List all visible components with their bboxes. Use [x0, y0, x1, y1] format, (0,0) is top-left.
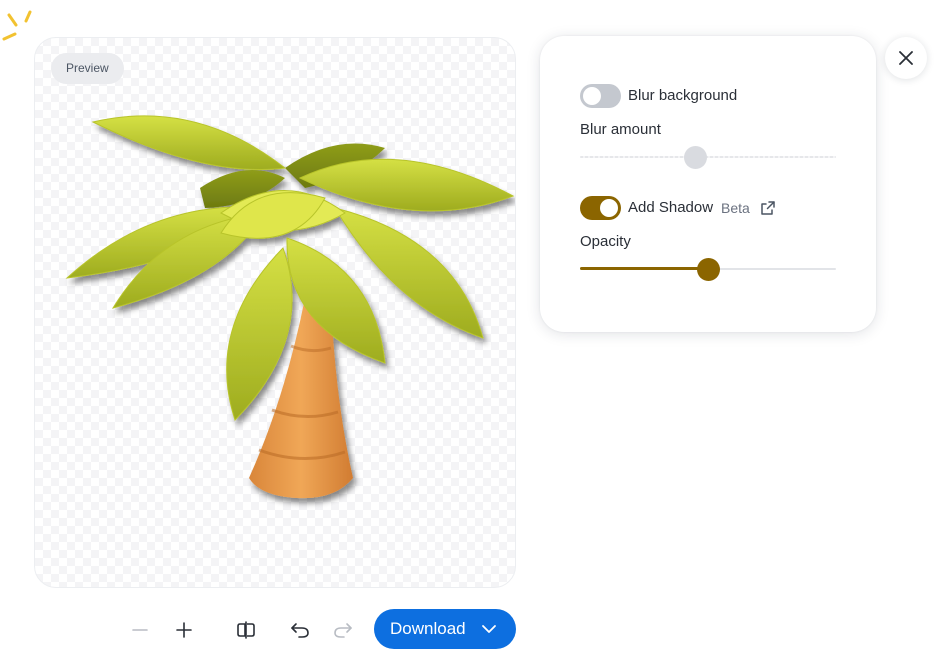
opacity-slider[interactable] — [580, 256, 836, 282]
preview-canvas: Preview — [34, 37, 516, 588]
effects-panel: Blur background Blur amount Add Shadow B… — [540, 36, 876, 332]
slider-fill — [580, 267, 708, 270]
zoom-out-button[interactable] — [124, 614, 156, 646]
toggle-knob — [583, 87, 601, 105]
zoom-out-icon — [132, 629, 148, 631]
palm-tree-image — [65, 115, 515, 499]
beta-badge: Beta — [721, 200, 750, 216]
blur-amount-label: Blur amount — [580, 121, 661, 138]
download-button[interactable]: Download — [374, 609, 516, 649]
slider-thumb[interactable] — [684, 146, 707, 169]
sparkle-icon — [2, 10, 32, 41]
slider-thumb[interactable] — [697, 258, 720, 281]
close-button[interactable] — [885, 37, 927, 79]
opacity-label: Opacity — [580, 233, 631, 250]
compare-button[interactable] — [230, 614, 262, 646]
undo-icon — [291, 623, 309, 638]
chevron-down-icon[interactable] — [481, 622, 497, 636]
add-shadow-toggle[interactable] — [580, 196, 621, 220]
blur-background-label: Blur background — [628, 87, 738, 104]
add-shadow-label: Add Shadow — [628, 199, 714, 216]
blur-background-toggle[interactable] — [580, 84, 621, 108]
download-label: Download — [390, 619, 466, 638]
blur-amount-slider[interactable] — [580, 144, 836, 170]
toggle-knob — [600, 199, 618, 217]
redo-button[interactable] — [327, 614, 359, 646]
close-icon — [899, 51, 913, 65]
external-link-icon[interactable] — [760, 200, 776, 216]
redo-icon — [334, 623, 352, 638]
compare-icon — [237, 621, 255, 639]
slider-track — [580, 156, 836, 158]
undo-button[interactable] — [284, 614, 316, 646]
zoom-in-icon — [176, 622, 192, 638]
zoom-in-button[interactable] — [168, 614, 200, 646]
